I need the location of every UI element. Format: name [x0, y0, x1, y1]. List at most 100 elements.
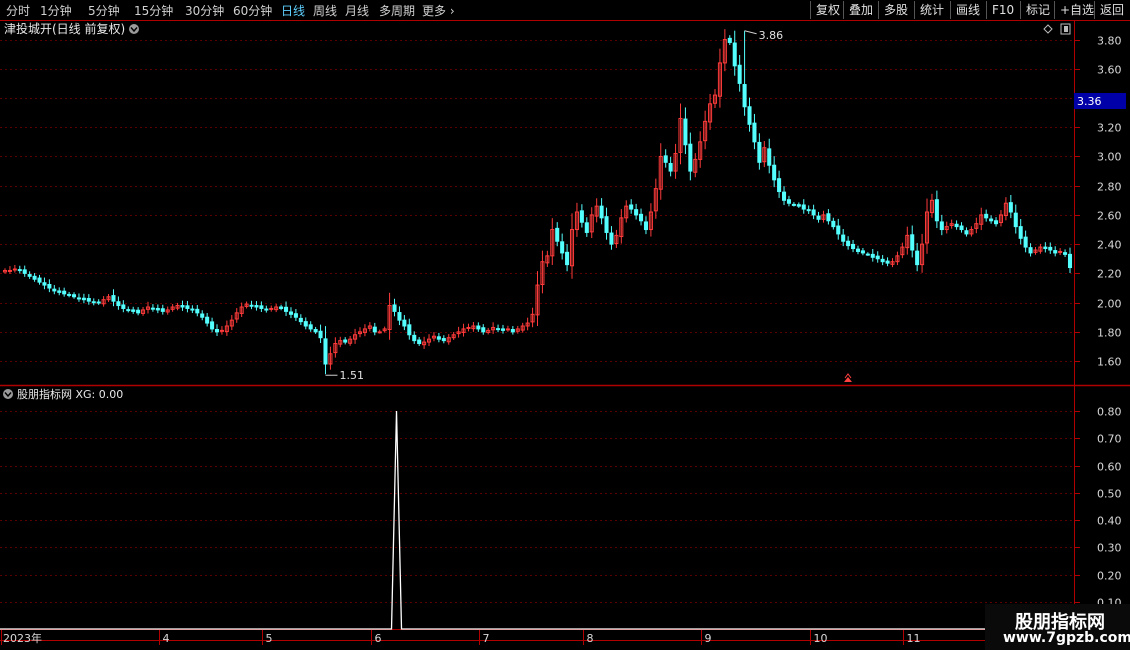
- candle-body: [323, 338, 328, 365]
- candle-body: [7, 269, 12, 272]
- y-tick-label: 2.80: [1097, 181, 1122, 194]
- candle-body: [1043, 246, 1048, 250]
- candle-body: [1067, 253, 1073, 269]
- candle-body: [1018, 226, 1023, 239]
- candle-body: [126, 309, 131, 312]
- candle-body: [915, 250, 920, 266]
- indicator-y-tick-label: 0.60: [1097, 461, 1122, 474]
- candle-body: [81, 297, 86, 301]
- candle-body: [831, 220, 836, 228]
- indicator-grid: 0.100.200.300.400.500.600.700.80: [0, 406, 1122, 610]
- diamond-icon[interactable]: [1043, 24, 1053, 34]
- candle-body: [402, 319, 407, 327]
- y-tick-label: 2.60: [1097, 210, 1122, 223]
- main-title-group: 津投城开(日线 前复权): [4, 21, 139, 36]
- panel-toggle-inner: [1064, 26, 1068, 32]
- indicator-y-tick-label: 0.20: [1097, 570, 1122, 583]
- x-tick-label: 10: [814, 632, 828, 645]
- watermark-line2: www.7gpzb.com: [1003, 630, 1130, 646]
- candle-body: [313, 329, 318, 333]
- y-tick-label: 3.20: [1097, 122, 1122, 135]
- candle-body: [855, 248, 861, 252]
- candle-body: [510, 329, 515, 333]
- x-tick-label: 8: [587, 632, 594, 645]
- candle-body: [1053, 250, 1058, 254]
- x-tick-label: 7: [483, 632, 490, 645]
- candle-body: [284, 306, 289, 312]
- candle-body: [663, 155, 668, 163]
- candle-body: [436, 336, 441, 340]
- kline-chart: 1.601.802.002.202.402.602.803.003.203.40…: [0, 20, 1130, 650]
- candle-body: [150, 307, 155, 310]
- indicator-menu-icon[interactable]: [3, 389, 13, 399]
- candle-body: [412, 334, 417, 342]
- candle-body: [42, 282, 47, 286]
- candle-body: [732, 42, 737, 67]
- y-tick-label: 1.80: [1097, 327, 1122, 340]
- candle-body: [786, 199, 791, 204]
- candle-body: [984, 213, 989, 219]
- candle-body: [91, 301, 96, 304]
- candle-body: [609, 232, 614, 245]
- candle-body: [441, 338, 446, 342]
- indicator-panel-title: 股朋指标网 XG: 0.00: [17, 387, 123, 401]
- candle-body: [392, 304, 397, 312]
- candle-body: [851, 243, 856, 250]
- candle-body: [86, 298, 91, 302]
- candle-body: [500, 328, 506, 331]
- candle-body: [836, 225, 841, 235]
- candle-body: [1048, 246, 1053, 251]
- candle-body: [806, 209, 811, 212]
- candle-body: [17, 269, 22, 272]
- candle-body: [298, 317, 303, 323]
- candle-body: [599, 205, 604, 219]
- x-tick-label: 9: [705, 632, 712, 645]
- candle-body: [880, 258, 885, 263]
- x-tick-label: 2023年: [3, 631, 42, 645]
- candle-body: [308, 324, 313, 330]
- candle-body: [1013, 212, 1018, 228]
- candle-body: [742, 84, 747, 108]
- x-tick-label: 5: [266, 632, 273, 645]
- candle-body: [939, 221, 944, 231]
- candle-body: [579, 210, 584, 223]
- candle-body: [377, 331, 382, 334]
- indicator-y-tick-label: 0.30: [1097, 542, 1122, 555]
- candle-body: [1008, 202, 1013, 213]
- indicator-y-tick-label: 0.70: [1097, 433, 1122, 446]
- candle-body: [811, 209, 816, 216]
- candle-body: [293, 313, 298, 318]
- candle-body: [934, 199, 939, 222]
- candle-body: [555, 227, 560, 242]
- candle-body: [604, 216, 609, 233]
- candle-body: [910, 234, 915, 251]
- candle-body: [954, 223, 959, 228]
- candle-body: [210, 321, 215, 330]
- candle-body: [214, 329, 220, 333]
- x-tick-label: 11: [907, 632, 921, 645]
- candle-body: [1023, 236, 1028, 248]
- current-price-value: 3.36: [1077, 95, 1102, 108]
- candle-body: [505, 328, 510, 331]
- candle-body: [643, 221, 649, 231]
- candle-body: [752, 122, 757, 143]
- candle-body: [22, 269, 27, 274]
- indicator-series: [0, 411, 985, 630]
- candle-body: [634, 209, 639, 216]
- candle-body: [111, 295, 116, 302]
- candle-body: [57, 290, 62, 293]
- candle-body: [885, 260, 890, 264]
- candle-body: [796, 204, 801, 207]
- x-axis: 2023年 4 5 6 7 8 9 10 11: [0, 630, 985, 645]
- low-label: 1.51: [339, 369, 364, 382]
- candle-body: [180, 305, 185, 308]
- candle-body: [860, 250, 865, 254]
- candle-body: [121, 304, 126, 309]
- title-menu-icon[interactable]: [129, 24, 139, 34]
- indicator-y-tick-label: 0.50: [1097, 488, 1122, 501]
- candle-body: [767, 148, 772, 166]
- y-tick-label: 3.00: [1097, 151, 1122, 164]
- candle-body: [37, 277, 42, 283]
- candle-body: [826, 213, 831, 222]
- main-panel-title: 津投城开(日线 前复权): [4, 21, 125, 36]
